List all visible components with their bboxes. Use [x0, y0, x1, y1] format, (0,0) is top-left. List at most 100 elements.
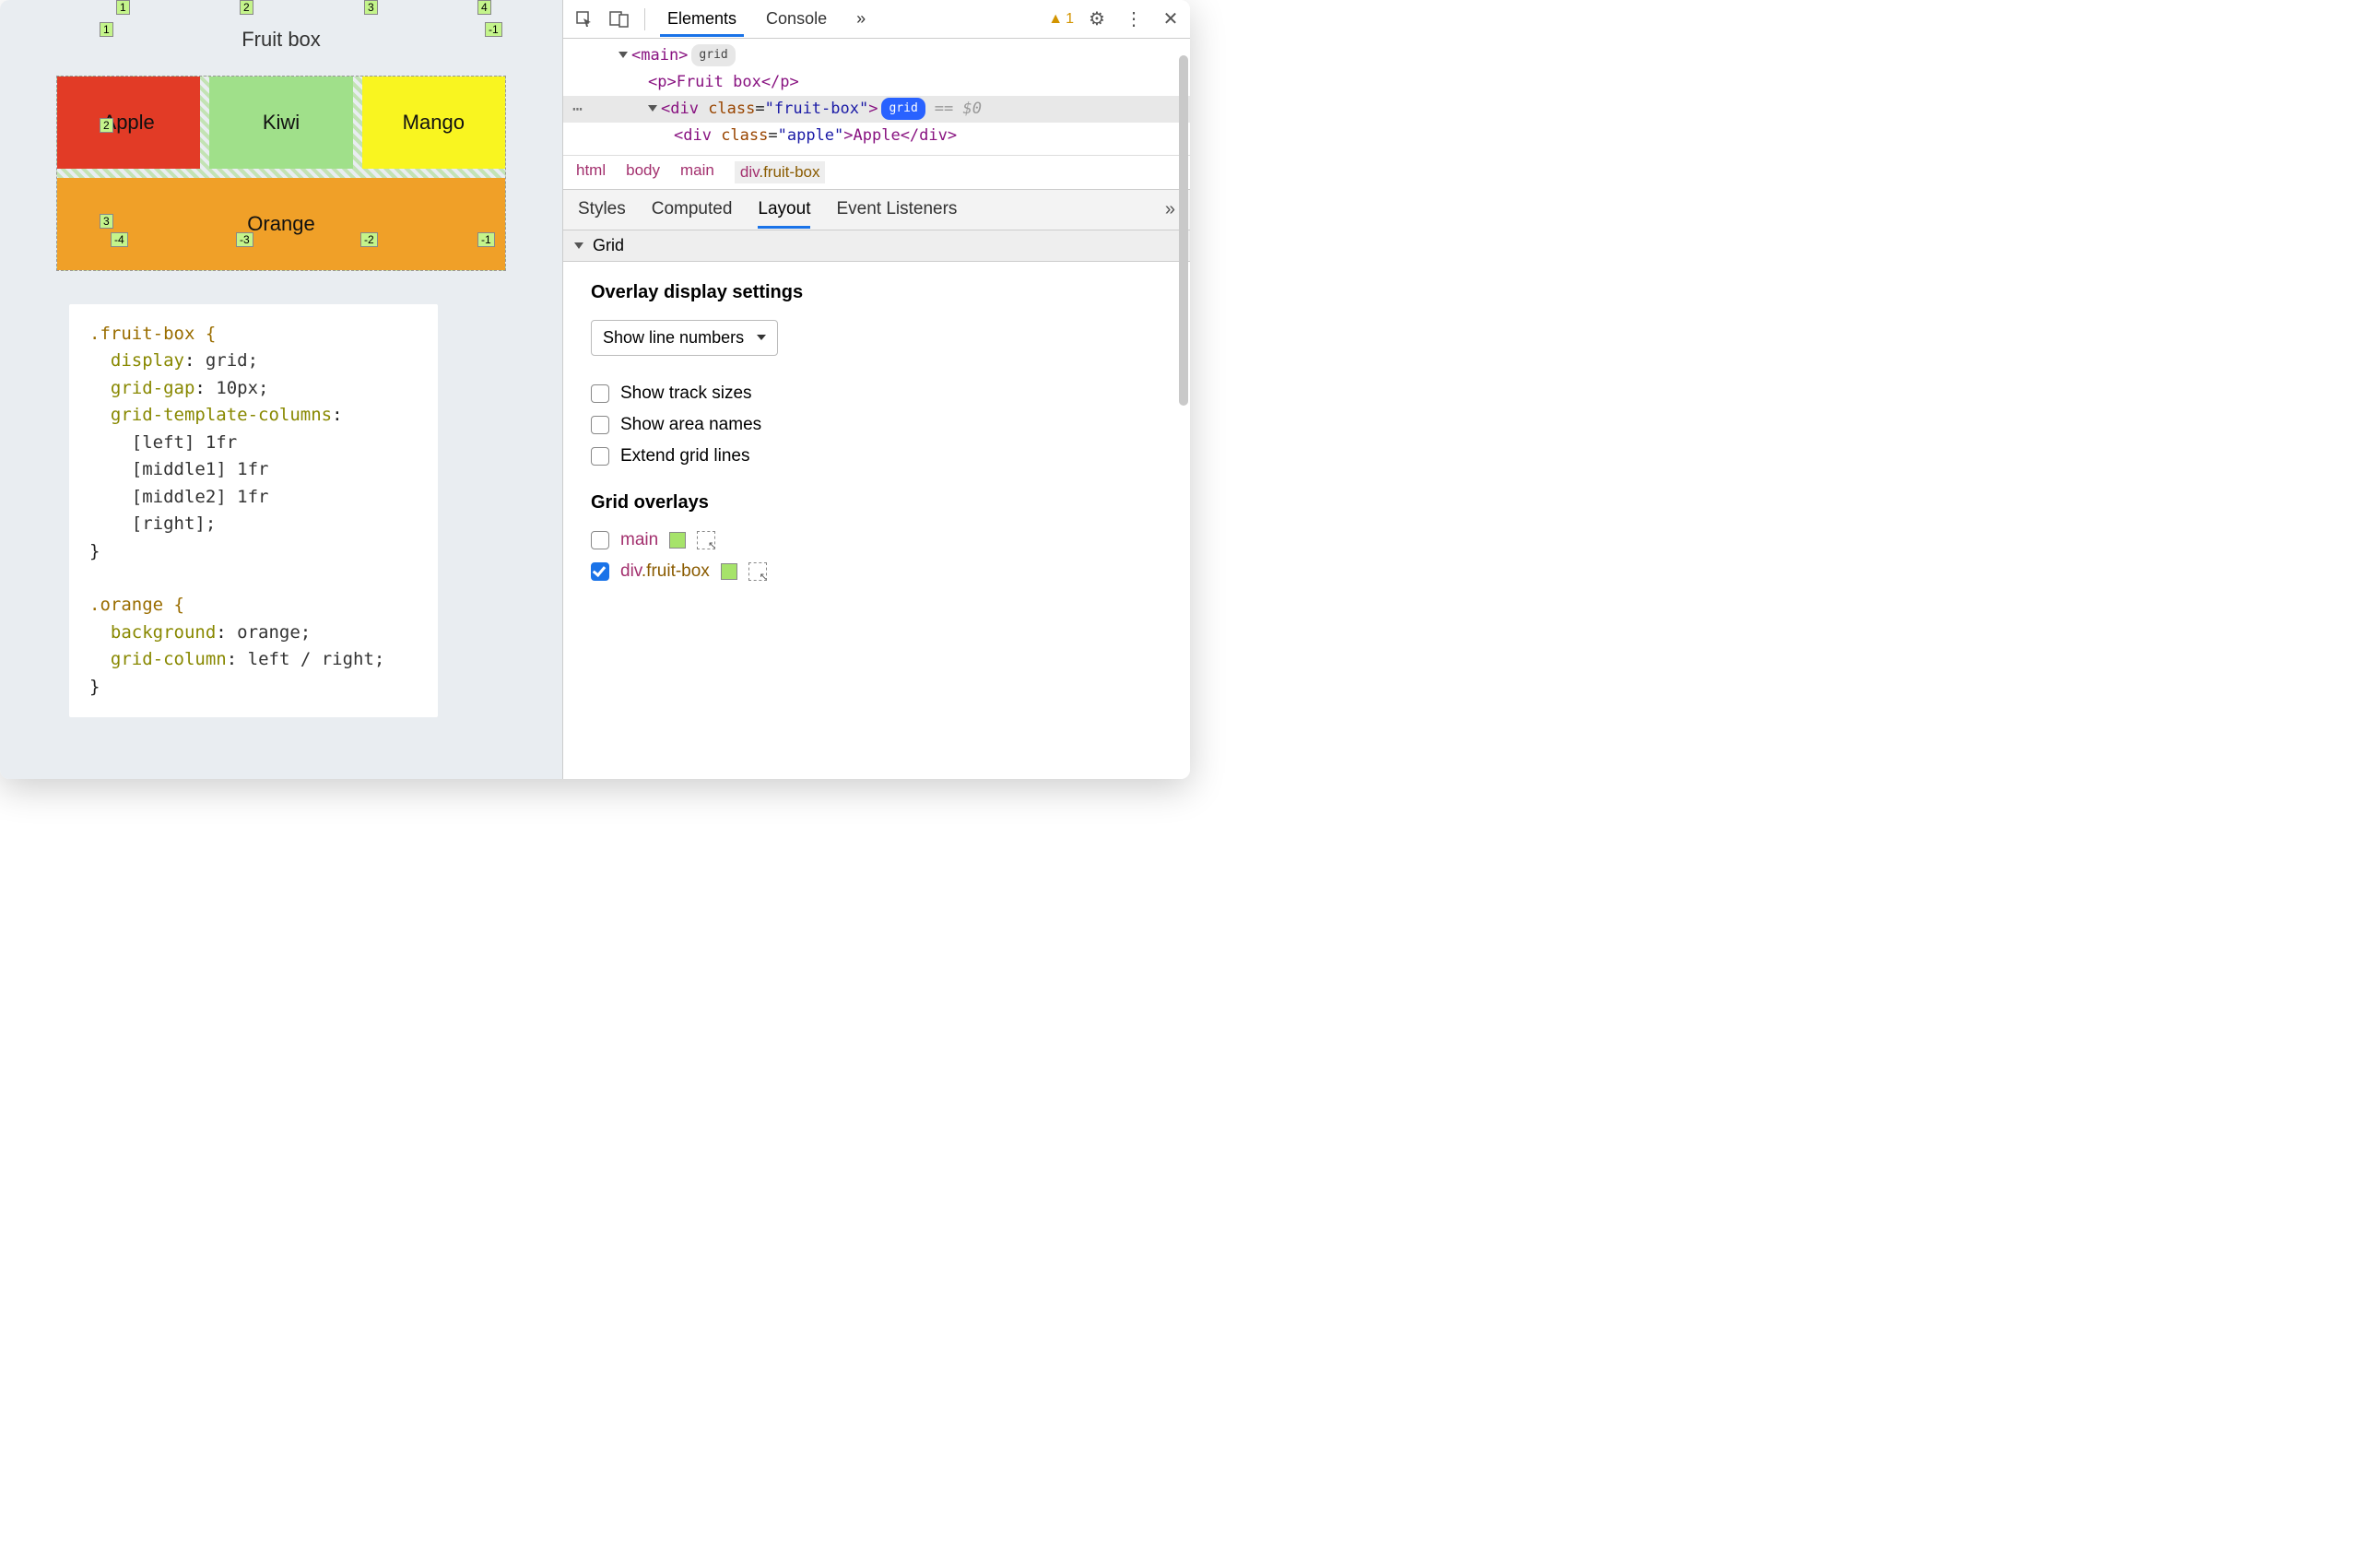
grid-overlays-heading: Grid overlays	[591, 492, 1162, 513]
crumb-html[interactable]: html	[576, 161, 606, 183]
code-val: [middle2] 1fr	[132, 487, 269, 507]
overlay-highlight-icon[interactable]	[697, 531, 715, 549]
dom-node-p[interactable]: <p>Fruit box</p>	[563, 69, 1190, 96]
subtab-computed[interactable]: Computed	[652, 199, 733, 219]
line-badge: -2	[360, 232, 378, 247]
overlay-settings-heading: Overlay display settings	[591, 282, 1162, 303]
grid-badge-active[interactable]: grid	[881, 98, 925, 120]
dom-tree[interactable]: <main>grid <p>Fruit box</p> <div class="…	[563, 39, 1190, 155]
code-val: orange;	[237, 622, 311, 643]
code-val: [middle1] 1fr	[132, 459, 269, 479]
crumb-body[interactable]: body	[626, 161, 660, 183]
crumb-class: .fruit-box	[759, 163, 819, 181]
crumb-main[interactable]: main	[680, 161, 714, 183]
option-label: Show track sizes	[620, 384, 752, 404]
dollar-zero: == $0	[935, 100, 982, 118]
line-badge: 2	[240, 0, 253, 15]
subtab-layout[interactable]: Layout	[758, 199, 810, 219]
devtools-toolbar: Elements Console » ▲ 1 ⚙ ⋮ ✕	[563, 0, 1190, 39]
option-show-area-names[interactable]: Show area names	[591, 415, 1162, 435]
crumb-fruitbox[interactable]: div.fruit-box	[735, 161, 826, 183]
subtabs-more[interactable]: »	[1165, 199, 1175, 220]
line-badge: 3	[364, 0, 378, 15]
color-swatch[interactable]	[721, 563, 737, 580]
devtools-pane: Elements Console » ▲ 1 ⚙ ⋮ ✕ <main>grid …	[562, 0, 1190, 779]
line-badge: 2	[100, 118, 113, 133]
code-prop: grid-template-columns	[111, 405, 332, 425]
code-val: 10px;	[216, 378, 268, 398]
checkbox[interactable]	[591, 447, 609, 466]
subtab-styles[interactable]: Styles	[578, 199, 626, 219]
tab-console[interactable]: Console	[753, 2, 840, 36]
dom-node-apple[interactable]: <div class="apple">Apple</div>	[563, 123, 1190, 149]
option-extend-grid-lines[interactable]: Extend grid lines	[591, 446, 1162, 466]
code-brace: }	[89, 677, 100, 697]
cell-mango: Mango	[362, 77, 505, 169]
code-val: grid;	[206, 350, 258, 371]
warning-icon: ▲	[1048, 11, 1063, 28]
close-icon[interactable]: ✕	[1157, 7, 1184, 30]
dom-tag: <div	[661, 100, 708, 118]
dom-tag: <main>	[631, 46, 688, 65]
dom-attr: class	[708, 100, 755, 118]
checkbox[interactable]	[591, 384, 609, 403]
overlay-main[interactable]: main	[591, 530, 1162, 550]
code-prop: grid-column	[111, 649, 227, 669]
overlay-tag: div	[620, 561, 642, 581]
dom-tag: >	[868, 100, 878, 118]
code-prop: background	[111, 622, 216, 643]
layout-panel-body: Overlay display settings Show line numbe…	[563, 262, 1190, 613]
styles-subtabs: Styles Computed Layout Event Listeners »	[563, 190, 1190, 230]
dom-node-main[interactable]: <main>grid	[563, 42, 1190, 69]
overlay-class: .fruit-box	[642, 561, 710, 581]
line-numbers-select[interactable]: Show line numbers	[591, 320, 778, 356]
dom-tag: <p>Fruit box</p>	[648, 73, 799, 91]
overlay-fruitbox[interactable]: div.fruit-box	[591, 561, 1162, 582]
grid-section-header[interactable]: Grid	[563, 230, 1190, 262]
checkbox[interactable]	[591, 416, 609, 434]
dom-node-fruitbox[interactable]: <div class="fruit-box">grid== $0	[563, 96, 1190, 123]
warning-indicator[interactable]: ▲ 1	[1048, 11, 1074, 28]
line-badge: 4	[477, 0, 491, 15]
code-prop: grid-gap	[111, 378, 195, 398]
overlay-highlight-icon[interactable]	[748, 562, 767, 581]
code-selector: .fruit-box {	[89, 324, 216, 344]
disclosure-triangle-icon[interactable]	[574, 242, 583, 249]
dom-tag: >Apple</div>	[843, 126, 957, 145]
overlay-label: div.fruit-box	[620, 561, 710, 582]
cell-kiwi: Kiwi	[209, 77, 352, 169]
preview-title: Fruit box	[51, 28, 512, 52]
checkbox-checked[interactable]	[591, 562, 609, 581]
subtab-event-listeners[interactable]: Event Listeners	[836, 199, 957, 219]
line-badge: 1	[100, 22, 113, 37]
checkbox[interactable]	[591, 531, 609, 549]
line-badge: 1	[116, 0, 130, 15]
grid-badge[interactable]: grid	[691, 44, 735, 66]
dom-attr: class	[721, 126, 768, 145]
toolbar-separator	[644, 8, 645, 30]
inspect-icon[interactable]	[569, 4, 600, 35]
option-label: Show area names	[620, 415, 761, 435]
tab-elements[interactable]: Elements	[654, 2, 749, 36]
device-toggle-icon[interactable]	[604, 4, 635, 35]
css-code-card: .fruit-box { display: grid; grid-gap: 10…	[69, 304, 438, 717]
line-badge: -1	[477, 232, 495, 247]
breadcrumb: html body main div.fruit-box	[563, 155, 1190, 190]
disclosure-triangle-icon[interactable]	[648, 105, 657, 112]
option-show-track-sizes[interactable]: Show track sizes	[591, 384, 1162, 404]
disclosure-triangle-icon[interactable]	[619, 52, 628, 58]
code-brace: }	[89, 541, 100, 561]
kebab-icon[interactable]: ⋮	[1120, 7, 1148, 30]
vertical-scrollbar[interactable]	[1179, 55, 1188, 770]
scrollbar-thumb[interactable]	[1179, 55, 1188, 406]
cell-apple: Apple	[57, 77, 200, 169]
dom-attr-val: "apple"	[778, 126, 844, 145]
code-val: left / right;	[248, 649, 385, 669]
color-swatch[interactable]	[669, 532, 686, 549]
tabs-more[interactable]: »	[843, 2, 878, 36]
warning-count: 1	[1066, 11, 1074, 28]
grid-section-title: Grid	[593, 236, 624, 255]
gear-icon[interactable]: ⚙	[1083, 7, 1111, 30]
page-preview-pane: Fruit box Apple Kiwi Mango Orange 1 2 3 …	[0, 0, 562, 779]
dom-tag: <div	[674, 126, 721, 145]
